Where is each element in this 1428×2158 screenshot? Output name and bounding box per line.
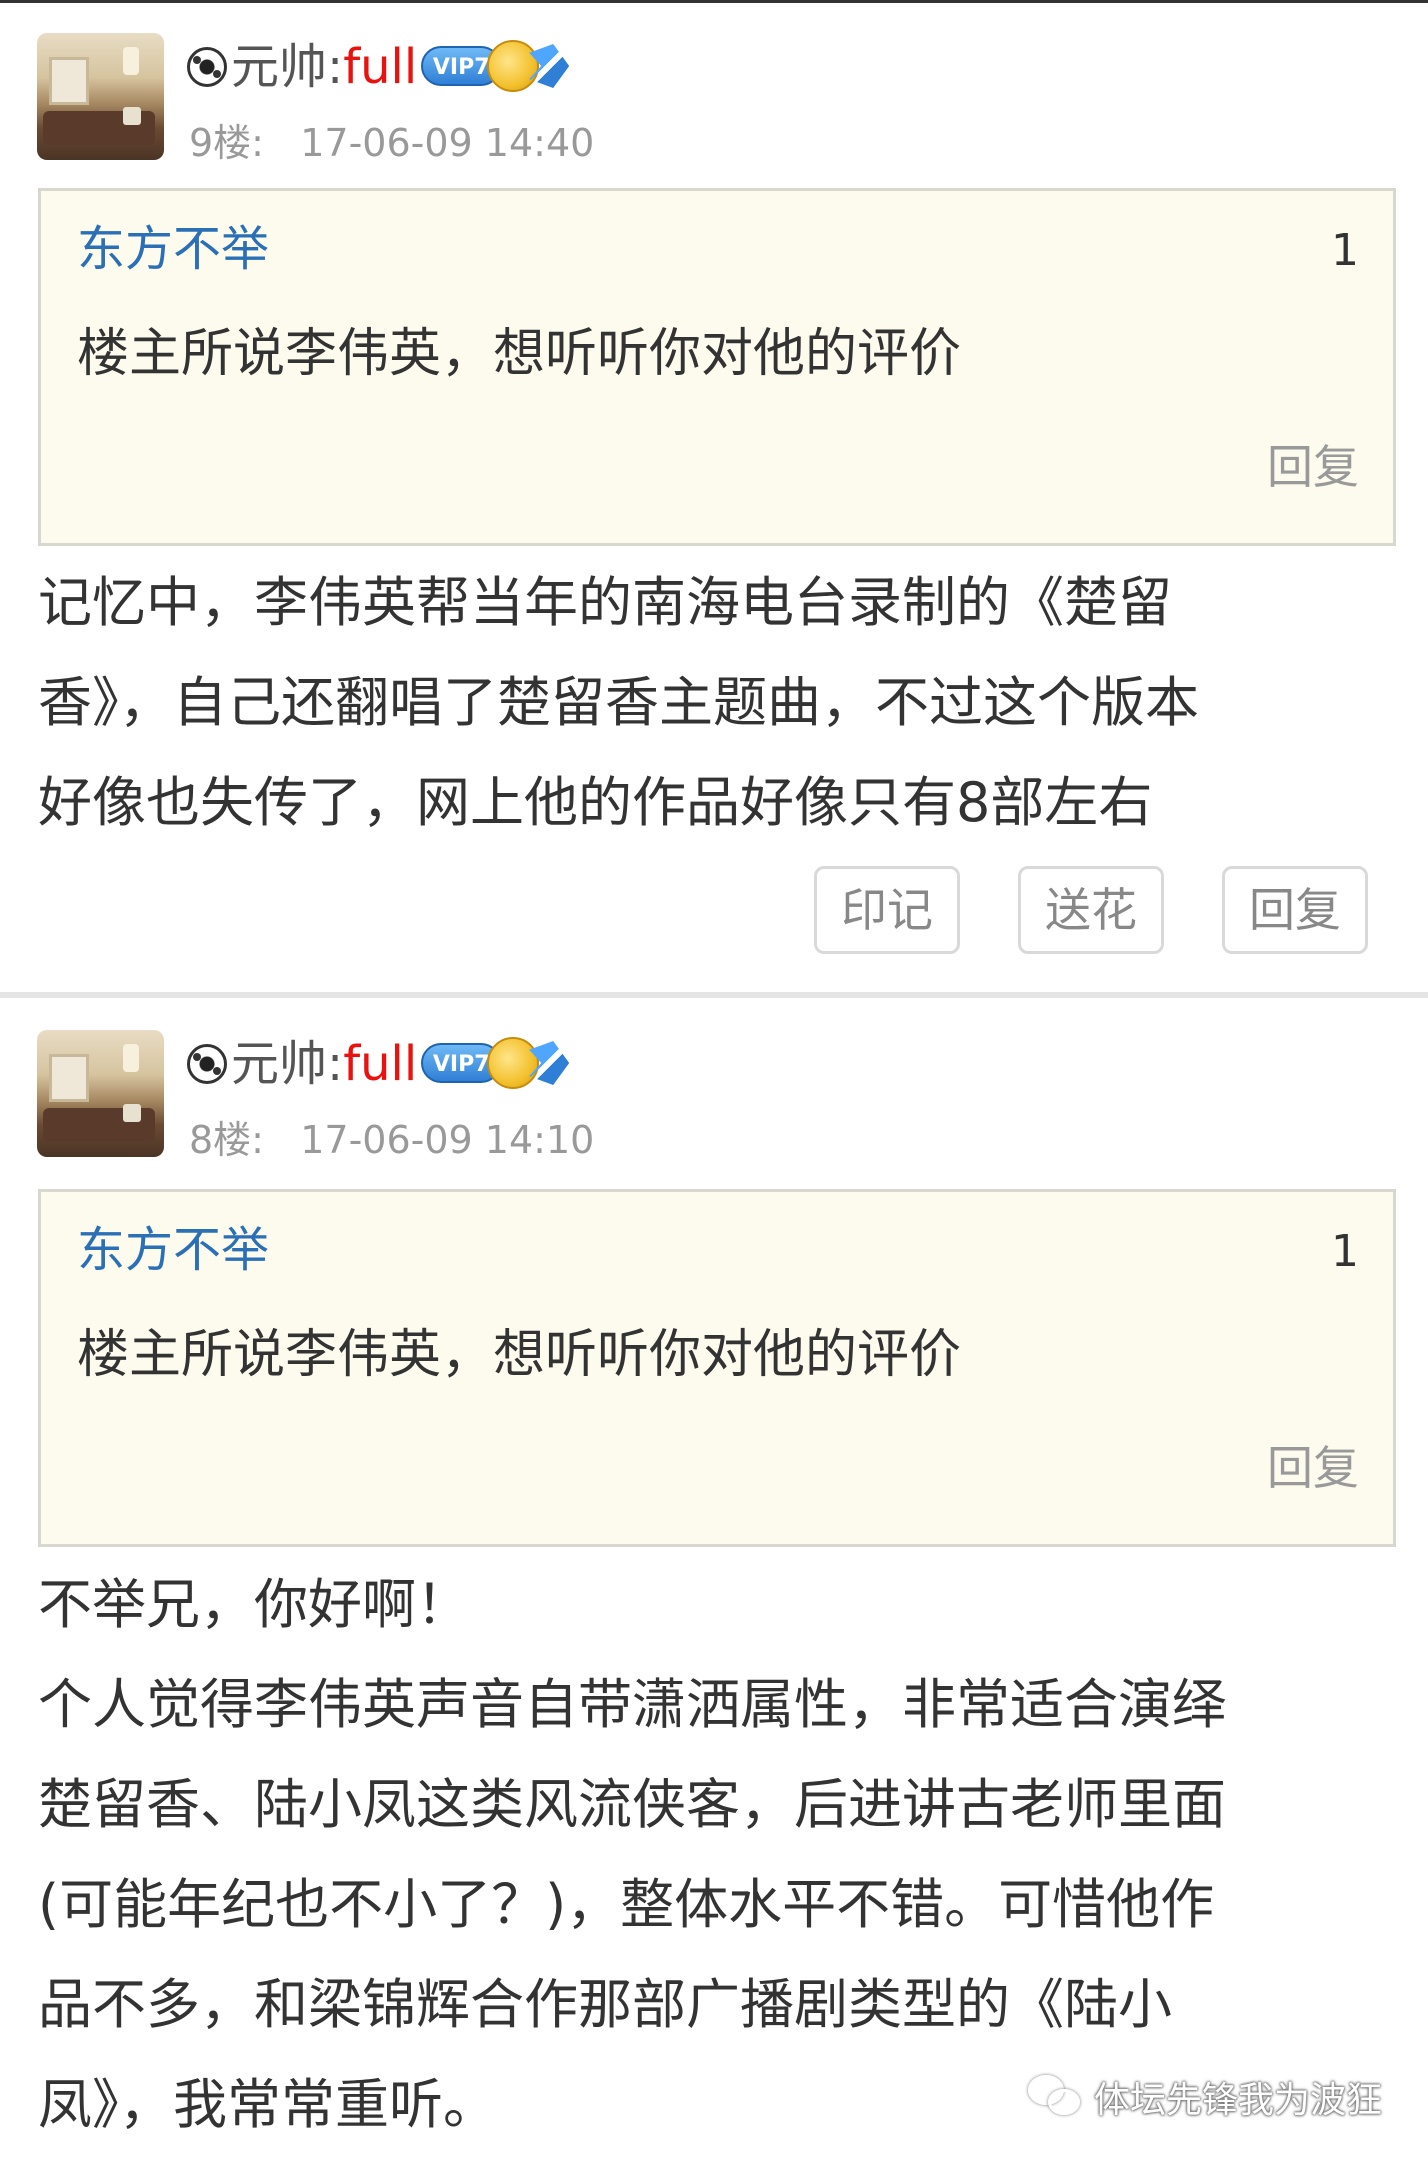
quote-reply-link[interactable]: 回复	[1267, 1438, 1359, 1498]
post-body-line: 楚留香、陆小凤这类风流侠客，后进讲古老师里面	[38, 1773, 1226, 1836]
post-meta: 8楼: 17-06-09 14:10	[189, 1116, 594, 1164]
post-body-line: 不举兄，你好啊！	[38, 1573, 470, 1636]
post-meta: 9楼: 17-06-09 14:40	[189, 119, 594, 167]
post-body-line: 香》，自己还翻唱了楚留香主题曲，不过这个版本	[38, 671, 1199, 734]
quoted-reply: 东方不举 1 楼主所说李伟英，想听听你对他的评价 回复	[38, 188, 1396, 546]
soccer-ball-icon	[187, 1044, 227, 1084]
user-line: 元帅: full VIP7	[187, 37, 570, 97]
avatar[interactable]	[37, 33, 164, 160]
vip-badge-icon: VIP7	[421, 1035, 570, 1093]
watermark-text: 体坛先锋我为波狂	[1093, 2080, 1382, 2121]
post-time: 17-06-09 14:40	[300, 121, 595, 165]
user-line: 元帅: full VIP7	[187, 1034, 570, 1094]
quote-floor-count: 1	[1331, 225, 1359, 276]
post-body-line: 记忆中，李伟英帮当年的南海电台录制的《楚留	[38, 571, 1172, 634]
quoted-reply: 东方不举 1 楼主所说李伟英，想听听你对他的评价 回复	[38, 1189, 1396, 1547]
quote-author[interactable]: 东方不举	[77, 219, 269, 279]
quote-reply-link[interactable]: 回复	[1267, 437, 1359, 497]
post-body: 记忆中，李伟英帮当年的南海电台录制的《楚留 香》，自己还翻唱了楚留香主题曲，不过…	[38, 553, 1398, 853]
post-time: 17-06-09 14:10	[300, 1118, 595, 1162]
post-actions: 印记 送花 回复	[814, 866, 1368, 954]
avatar[interactable]	[37, 1030, 164, 1157]
post-header: 元帅: full VIP7 9楼: 17-06-09 14:40	[37, 33, 1397, 165]
username[interactable]: full	[343, 1034, 417, 1094]
post-body-line: (可能年纪也不小了？)，整体水平不错。可惜他作	[38, 1873, 1215, 1936]
vip-badge-icon: VIP7	[421, 38, 570, 96]
post-divider	[0, 992, 1428, 998]
floor-number: 9楼:	[189, 121, 264, 165]
quote-author[interactable]: 东方不举	[77, 1220, 269, 1280]
post-body-line: 好像也失传了，网上他的作品好像只有8部左右	[38, 771, 1153, 834]
reply-button[interactable]: 回复	[1222, 866, 1368, 954]
wechat-watermark: 体坛先锋我为波狂	[1027, 2072, 1382, 2122]
send-flower-button[interactable]: 送花	[1018, 866, 1164, 954]
post-header: 元帅: full VIP7 8楼: 17-06-09 14:10	[37, 1030, 1397, 1162]
wechat-icon	[1027, 2075, 1086, 2119]
top-border	[0, 0, 1428, 3]
post-body-line: 个人觉得李伟英声音自带潇洒属性，非常适合演绎	[38, 1673, 1226, 1736]
user-rank: 元帅:	[231, 39, 344, 95]
floor-number: 8楼:	[189, 1118, 264, 1162]
soccer-ball-icon	[187, 47, 227, 87]
username[interactable]: full	[343, 37, 417, 97]
user-rank: 元帅:	[231, 1036, 344, 1092]
post-body-line: 品不多，和梁锦辉合作那部广播剧类型的《陆小	[38, 1973, 1172, 2036]
coin-icon	[487, 1037, 540, 1089]
quote-text: 楼主所说李伟英，想听听你对他的评价	[77, 1325, 962, 1385]
quote-text: 楼主所说李伟英，想听听你对他的评价	[77, 324, 962, 384]
coin-icon	[487, 40, 540, 92]
quote-floor-count: 1	[1331, 1226, 1359, 1277]
mark-button[interactable]: 印记	[814, 866, 960, 954]
post-body: 不举兄，你好啊！ 个人觉得李伟英声音自带潇洒属性，非常适合演绎 楚留香、陆小凤这…	[38, 1555, 1398, 2155]
